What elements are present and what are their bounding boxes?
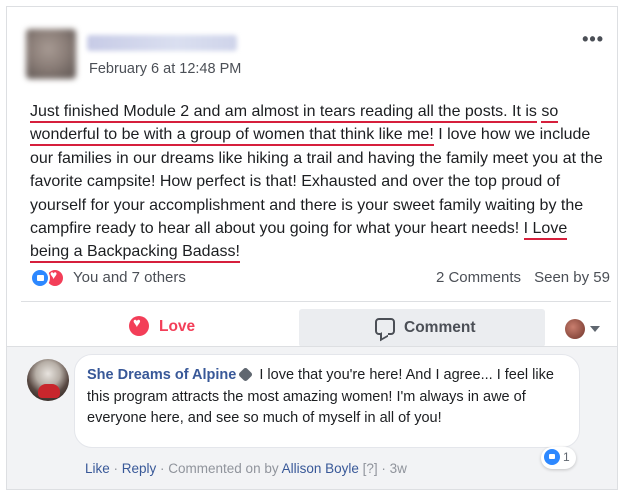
post-timestamp[interactable]: February 6 at 12:48 PM (89, 61, 241, 77)
identity-avatar (565, 319, 585, 339)
speech-bubble-icon (375, 318, 395, 335)
meta-separator: · (109, 461, 122, 476)
commenter-avatar[interactable] (27, 359, 69, 401)
author-name-redacted[interactable] (87, 35, 237, 51)
actions-divider (21, 301, 611, 302)
comment-button[interactable]: Comment (299, 309, 545, 347)
comments-section: She Dreams of Alpine I love that you're … (7, 346, 617, 489)
comment-like-link[interactable]: Like (85, 461, 110, 476)
comment-text: She Dreams of Alpine I love that you're … (87, 365, 567, 430)
like-reaction-icon[interactable] (30, 268, 50, 288)
love-button[interactable]: Love (105, 309, 275, 345)
comment-bubble: She Dreams of Alpine I love that you're … (74, 354, 580, 448)
commented-by-author-link[interactable]: Allison Boyle (282, 461, 359, 476)
help-link[interactable]: [?] (359, 461, 378, 476)
highlight-line-1: Just finished Module 2 and am almost in … (30, 103, 537, 123)
post-body: Just finished Module 2 and am almost in … (30, 100, 610, 264)
comment-like-count[interactable]: 1 (541, 447, 576, 469)
caret-down-icon (590, 326, 600, 332)
comment-author[interactable]: She Dreams of Alpine (87, 367, 236, 383)
comment-like-number: 1 (563, 450, 570, 464)
more-options-icon[interactable]: ••• (582, 29, 604, 50)
like-icon (544, 449, 560, 465)
reactors-link[interactable]: You and 7 others (73, 269, 186, 286)
comment-meta: Like · Reply · Commented on by Allison B… (85, 461, 407, 476)
comment-button-label: Comment (404, 319, 476, 336)
reaction-identity-selector[interactable] (565, 319, 605, 339)
comment-time[interactable]: · 3w (378, 461, 407, 476)
love-button-label: Love (159, 318, 196, 335)
comments-count[interactable]: 2 Comments (436, 269, 521, 286)
admin-badge-icon[interactable] (238, 366, 254, 383)
author-avatar[interactable] (26, 29, 76, 79)
comment-reply-link[interactable]: Reply (122, 461, 157, 476)
reactions-summary: You and 7 others 2 Comments Seen by 59 (30, 268, 610, 290)
commented-on-by-label: · Commented on by (156, 461, 282, 476)
seen-by-count[interactable]: Seen by 59 (534, 269, 610, 286)
heart-icon (129, 315, 149, 336)
